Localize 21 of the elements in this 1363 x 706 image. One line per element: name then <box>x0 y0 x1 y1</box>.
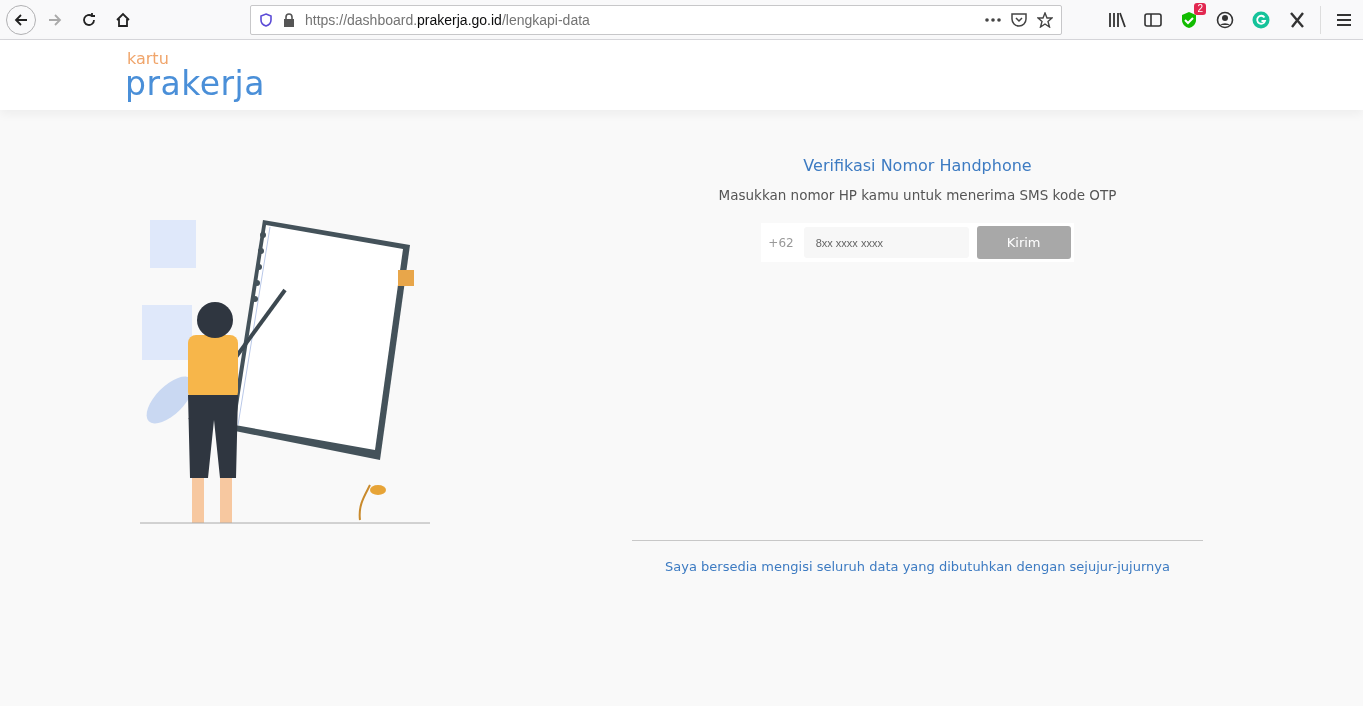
pocket-icon[interactable] <box>1011 12 1027 27</box>
address-bar[interactable]: https://dashboard.prakerja.go.id/lengkapi-data <box>250 4 1062 35</box>
lock-icon <box>283 12 295 27</box>
back-arrow-icon <box>13 11 29 28</box>
logo-text: prakerja <box>125 66 265 100</box>
home-icon <box>115 11 131 28</box>
forward-arrow-icon <box>47 11 63 28</box>
url-text: https://dashboard.prakerja.go.id/lengkapi-data <box>305 11 591 28</box>
phone-input-field[interactable]: 8xx xxxx xxxx <box>803 227 969 258</box>
form-title: Verifikasi Nomor Handphone <box>803 156 1032 175</box>
star-icon[interactable] <box>1037 11 1053 28</box>
shield-check-icon[interactable] <box>1180 10 1198 29</box>
agreement-text: Saya bersedia mengisi seluruh data yang dibutuhkan dengan sejujur-jujurnya <box>665 559 1170 574</box>
shield-icon <box>259 12 273 27</box>
logo-small-text: kartu <box>127 50 170 67</box>
reload-icon <box>81 11 97 28</box>
form-subtitle: Masukkan nomor HP kamu untuk menerima SMS kode OTP <box>718 187 1117 203</box>
logo[interactable]: kartu prakerja <box>125 50 265 100</box>
notification-badge: 2 <box>1194 2 1206 15</box>
more-dots-icon[interactable] <box>985 17 1001 22</box>
country-code: +62 <box>767 235 795 250</box>
